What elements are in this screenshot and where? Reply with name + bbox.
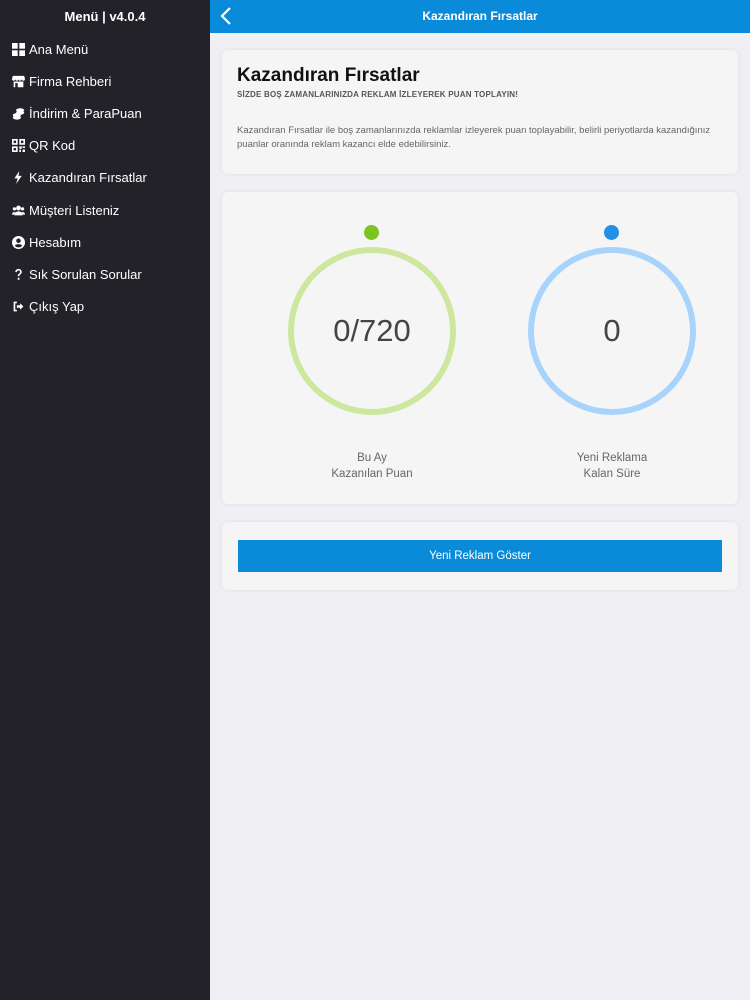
sidebar-item-label: Firma Rehberi — [29, 73, 112, 89]
sidebar-item-ana-menu[interactable]: Ana Menü — [0, 33, 210, 65]
user-circle-icon — [11, 235, 25, 249]
sidebar-item-label: Çıkış Yap — [29, 299, 85, 315]
sidebar-item-label: Müşteri Listeniz — [29, 202, 120, 218]
coins-icon — [11, 106, 25, 120]
sidebar-title: Menü | v4.0.4 — [64, 9, 146, 24]
page-title: Kazandıran Fırsatlar — [422, 9, 538, 23]
timer-value: 0 — [603, 313, 621, 348]
grid-icon — [11, 42, 25, 56]
sidebar-item-label: Kazandıran Fırsatlar — [29, 170, 147, 186]
main-content: Kazandıran Fırsatlar SİZDE BOŞ ZAMANLARI… — [210, 33, 750, 1000]
timer-stat: 0 Yeni Reklama Kalan Süre — [512, 192, 712, 504]
question-icon — [11, 267, 25, 281]
users-icon — [11, 203, 25, 217]
timer-label-line1: Yeni Reklama — [576, 452, 648, 464]
points-label-line2: Kazanılan Puan — [331, 468, 413, 480]
timer-ring: 0 — [528, 247, 696, 415]
points-indicator-dot — [364, 225, 379, 240]
chevron-left-icon — [220, 7, 231, 25]
sidebar-item-label: İndirim & ParaPuan — [29, 105, 142, 121]
sidebar-item-qr-kod[interactable]: QR Kod — [0, 130, 210, 162]
sidebar-item-sik-sorulan-sorular[interactable]: Sık Sorulan Sorular — [0, 258, 210, 290]
sign-out-icon — [11, 300, 25, 314]
qr-code-icon — [11, 139, 25, 153]
sidebar-item-label: Ana Menü — [29, 41, 89, 57]
sidebar-item-cikis-yap[interactable]: Çıkış Yap — [0, 291, 210, 323]
sidebar-item-kazandiran-firsatlar[interactable]: Kazandıran Fırsatlar — [0, 162, 210, 194]
info-description: Kazandıran Fırsatlar ile boş zamanlarını… — [237, 125, 711, 150]
stats-card: 0/720 Bu Ay Kazanılan Puan 0 Yeni Reklam… — [222, 192, 738, 504]
timer-label-line2: Kalan Süre — [583, 468, 641, 480]
back-button[interactable] — [214, 4, 238, 28]
sidebar: Menü | v4.0.4 Ana Menü Firma Rehberi İnd… — [0, 0, 210, 1000]
sidebar-item-indirim-parapuan[interactable]: İndirim & ParaPuan — [0, 97, 210, 129]
store-icon — [11, 74, 25, 88]
points-value: 0/720 — [333, 313, 411, 348]
lightning-icon — [11, 171, 25, 185]
timer-indicator-dot — [604, 225, 619, 240]
sidebar-item-label: Hesabım — [29, 234, 82, 250]
sidebar-item-hesabim[interactable]: Hesabım — [0, 226, 210, 258]
points-label-line1: Bu Ay — [357, 452, 387, 464]
info-title: Kazandıran Fırsatlar — [237, 65, 420, 86]
sidebar-item-label: Sık Sorulan Sorular — [29, 266, 142, 282]
sidebar-item-firma-rehberi[interactable]: Firma Rehberi — [0, 65, 210, 97]
top-bar: Kazandıran Fırsatlar — [210, 0, 750, 33]
points-ring: 0/720 — [288, 247, 456, 415]
sidebar-item-musteri-listeniz[interactable]: Müşteri Listeniz — [0, 194, 210, 226]
points-label: Bu Ay Kazanılan Puan — [272, 450, 472, 482]
info-card: Kazandıran Fırsatlar SİZDE BOŞ ZAMANLARI… — [222, 50, 738, 174]
points-stat: 0/720 Bu Ay Kazanılan Puan — [272, 192, 472, 504]
info-subtitle: SİZDE BOŞ ZAMANLARINIZDA REKLAM İZLEYERE… — [237, 90, 519, 99]
timer-label: Yeni Reklama Kalan Süre — [512, 450, 712, 482]
action-card: Yeni Reklam Göster — [222, 522, 738, 590]
show-new-ad-button[interactable]: Yeni Reklam Göster — [238, 540, 722, 572]
sidebar-item-label: QR Kod — [29, 138, 76, 154]
